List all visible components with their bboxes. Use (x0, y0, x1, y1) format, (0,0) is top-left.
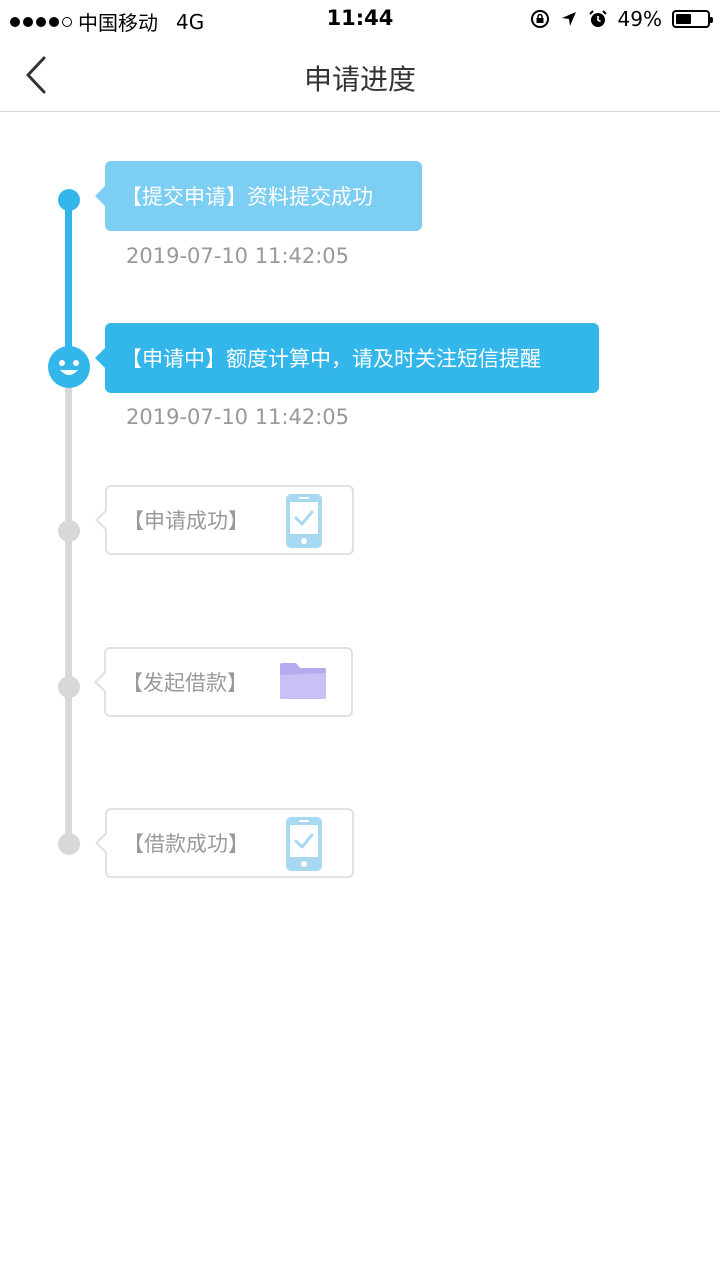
location-arrow-icon (561, 12, 576, 26)
folder-icon (280, 663, 326, 699)
timeline-node-pending (58, 520, 80, 542)
nav-bar: 申请进度 (0, 38, 720, 112)
timeline-node-pending (58, 833, 80, 855)
step-bubble-loan-success: 【借款成功】 (95, 808, 354, 878)
timeline-line-active (65, 200, 72, 368)
step-label: 【申请成功】 (123, 509, 249, 533)
step-timestamp: 2019-07-10 11:42:05 (126, 405, 350, 429)
alarm-icon (588, 10, 607, 27)
battery-icon (672, 10, 713, 28)
battery-percent: 49% (617, 7, 662, 31)
timeline-node-pending (58, 676, 80, 698)
phone-check-icon (286, 494, 322, 548)
step-label: 【发起借款】 (122, 671, 248, 695)
step-timestamp: 2019-07-10 11:42:05 (126, 244, 350, 268)
step-bubble-submit: 【提交申请】资料提交成功 (95, 161, 422, 231)
timeline-node-done (58, 189, 80, 211)
step-bubble-loan-initiated: 【发起借款】 (94, 647, 353, 717)
step-bubble-processing: 【申请中】额度计算中，请及时关注短信提醒 (95, 323, 599, 393)
battery-fill (676, 14, 691, 24)
smiley-face-icon (48, 346, 90, 388)
status-bar: 中国移动 4G 11:44 49% (0, 0, 720, 38)
step-label: 【借款成功】 (123, 832, 249, 856)
rotation-lock-icon (530, 10, 549, 28)
step-label: 【申请中】额度计算中，请及时关注短信提醒 (121, 347, 541, 371)
step-label: 【提交申请】资料提交成功 (121, 185, 373, 209)
phone-check-icon (286, 817, 322, 871)
step-bubble-approved: 【申请成功】 (95, 485, 354, 555)
timeline-line-pending (65, 368, 72, 844)
page-title: 申请进度 (303, 63, 416, 96)
status-right: 49% (530, 7, 713, 31)
